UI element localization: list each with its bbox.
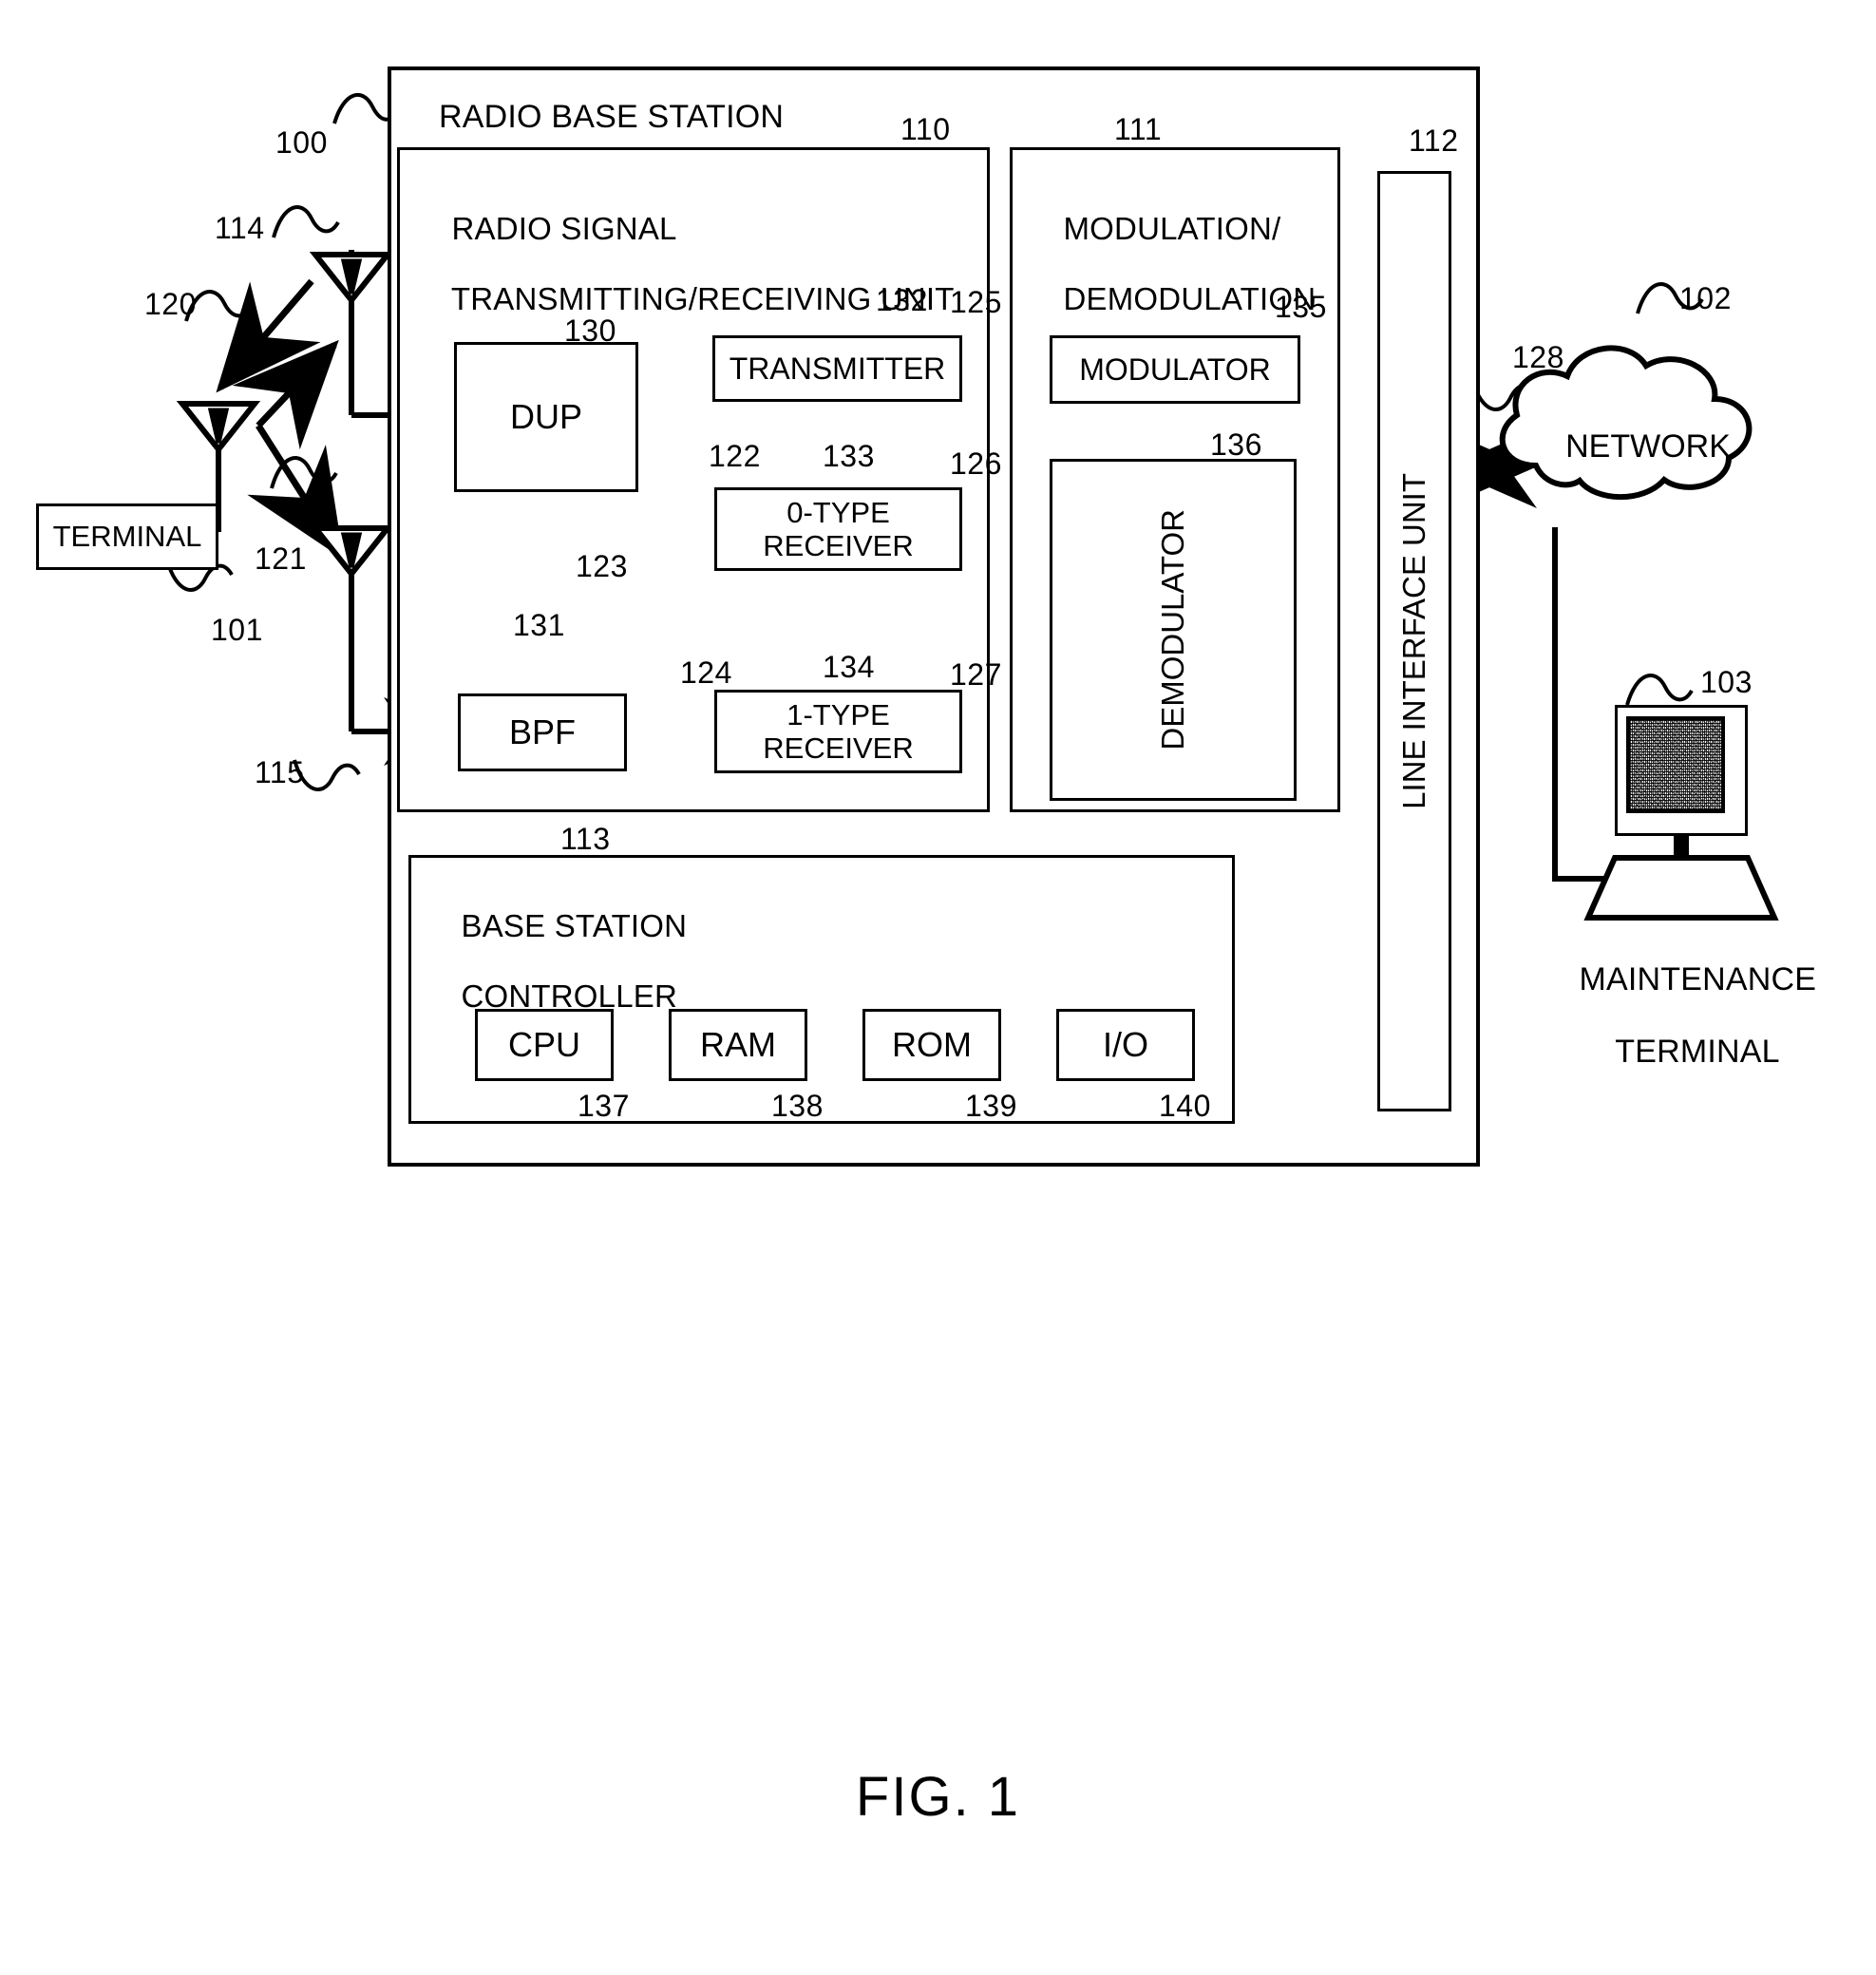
- ref-120: 120: [144, 287, 197, 321]
- ref-121: 121: [255, 541, 307, 576]
- ref-102: 102: [1679, 281, 1732, 315]
- ref-134: 134: [823, 650, 875, 684]
- ref-112: 112: [1409, 123, 1459, 158]
- ref-101: 101: [211, 613, 263, 647]
- ref-132: 132: [876, 283, 928, 317]
- cpu-label: CPU: [507, 1025, 580, 1065]
- ref-127: 127: [950, 657, 1002, 692]
- ref-124: 124: [680, 655, 732, 690]
- ref-110: 110: [900, 112, 951, 146]
- network-label: NETWORK: [1565, 427, 1731, 465]
- maintenance-monitor-screen: [1626, 716, 1725, 813]
- line-interface-unit-text: LINE INTERFACE UNIT: [1396, 473, 1432, 809]
- ref-135: 135: [1275, 290, 1327, 324]
- ref-130: 130: [564, 313, 616, 348]
- receiver-1-type-label: 1-TYPE RECEIVER: [714, 690, 962, 773]
- transmitter-label: TRANSMITTER: [729, 351, 946, 386]
- demodulator-label-text: DEMODULATOR: [1155, 509, 1191, 750]
- bpf-label: BPF: [508, 712, 576, 752]
- maintenance-terminal-line2: TERMINAL: [1615, 1034, 1780, 1071]
- rom-label: ROM: [892, 1025, 972, 1065]
- terminal-label: TERMINAL: [52, 520, 202, 554]
- controller-title-line1: BASE STATION: [461, 907, 688, 943]
- ref-138: 138: [771, 1089, 824, 1123]
- line-interface-unit-label: LINE INTERFACE UNIT: [1377, 171, 1451, 1111]
- ref-125: 125: [950, 285, 1002, 319]
- ref-136: 136: [1210, 427, 1262, 462]
- radio-signal-unit-title-line1: RADIO SIGNAL: [451, 210, 677, 246]
- ram-label: RAM: [700, 1025, 776, 1065]
- ref-137: 137: [578, 1089, 630, 1123]
- radio-base-station-title: RADIO BASE STATION: [439, 99, 785, 135]
- ref-115: 115: [255, 755, 305, 789]
- ref-123: 123: [576, 549, 628, 583]
- ref-114: 114: [215, 211, 265, 245]
- ref-100: 100: [275, 125, 328, 160]
- receiver-0-type-line1: 0-TYPE: [786, 495, 890, 529]
- io-label: I/O: [1102, 1025, 1148, 1065]
- ref-140: 140: [1159, 1089, 1211, 1123]
- figure-caption: FIG. 1: [855, 1766, 1021, 1828]
- ref-122: 122: [709, 439, 761, 473]
- ref-139: 139: [965, 1089, 1017, 1123]
- maintenance-terminal-label: MAINTENANCE TERMINAL: [1537, 925, 1822, 1106]
- ref-111: 111: [1114, 112, 1163, 146]
- ref-113: 113: [560, 822, 611, 856]
- receiver-0-type-line2: RECEIVER: [763, 529, 914, 562]
- radio-signal-unit-title: RADIO SIGNAL TRANSMITTING/RECEIVING UNIT: [416, 177, 955, 352]
- modem-title-line1: MODULATION/: [1063, 210, 1281, 246]
- ref-126: 126: [950, 446, 1002, 481]
- ref-133: 133: [823, 439, 875, 473]
- receiver-1-type-line2: RECEIVER: [763, 731, 914, 765]
- maintenance-terminal-line1: MAINTENANCE: [1579, 961, 1817, 998]
- receiver-0-type-label: 0-TYPE RECEIVER: [714, 487, 962, 571]
- modulator-label: MODULATOR: [1079, 351, 1271, 387]
- demodulator-label: DEMODULATOR: [1050, 459, 1297, 801]
- ref-103: 103: [1700, 665, 1753, 699]
- dup-label: DUP: [509, 397, 582, 437]
- receiver-1-type-line1: 1-TYPE: [786, 697, 890, 731]
- patent-figure: RADIO BASE STATION 100 RADIO SIGNAL TRAN…: [0, 0, 1876, 1975]
- ref-128: 128: [1512, 340, 1564, 374]
- ref-131: 131: [513, 608, 565, 642]
